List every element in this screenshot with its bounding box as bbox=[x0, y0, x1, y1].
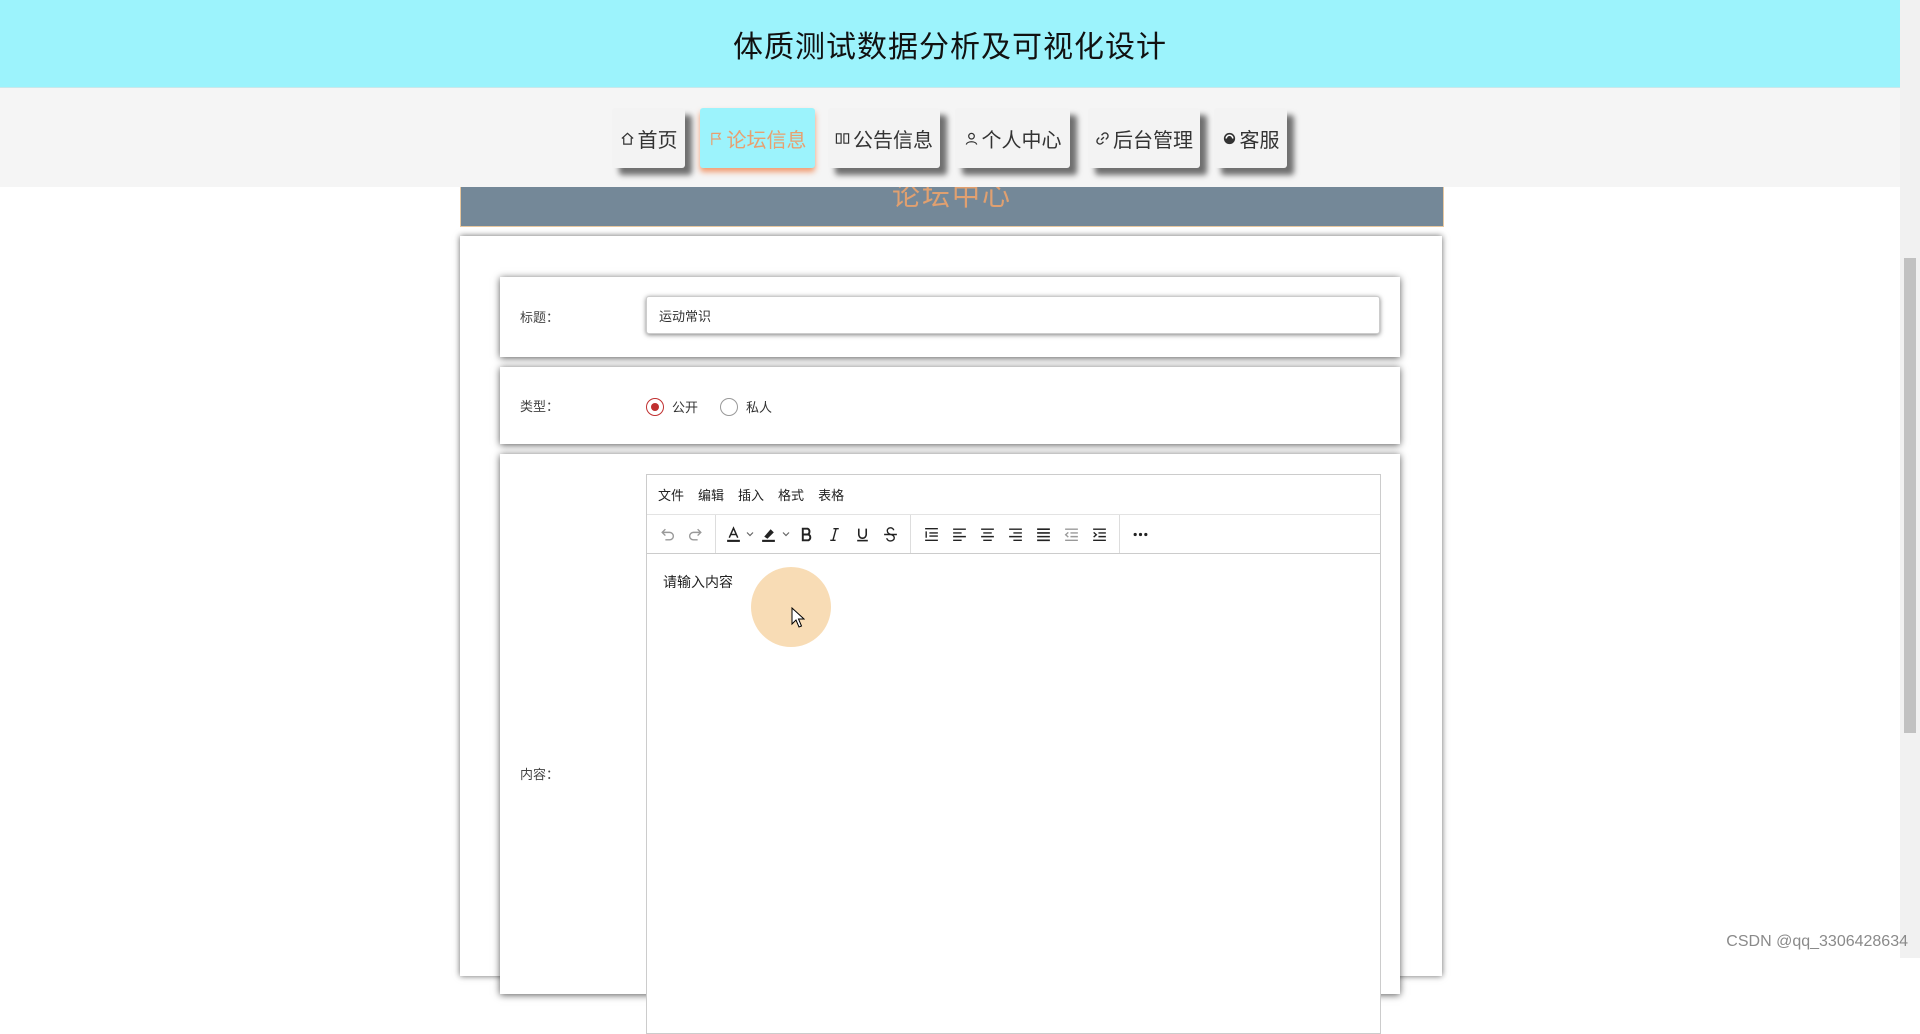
content-row: 内容： 文件 编辑 插入 格式 表格 请输入内容 bbox=[500, 454, 1400, 1034]
content-label: 内容： bbox=[520, 768, 560, 783]
page-scrollbar[interactable] bbox=[1900, 0, 1920, 958]
nav-item-admin[interactable]: 后台管理 bbox=[1088, 108, 1200, 168]
editor-toolbar bbox=[647, 515, 1380, 554]
main-nav: 首页 论坛信息 公告信息 个人中心 后台管理 客服 bbox=[0, 88, 1900, 187]
title-row: 标题： bbox=[500, 277, 1400, 357]
strikethrough-icon[interactable] bbox=[876, 520, 904, 548]
site-header: 体质测试数据分析及可视化设计 bbox=[0, 0, 1900, 88]
editor-placeholder: 请输入内容 bbox=[663, 575, 733, 591]
align-center-icon[interactable] bbox=[973, 520, 1001, 548]
undo-icon[interactable] bbox=[653, 520, 681, 548]
menu-table[interactable]: 表格 bbox=[811, 485, 851, 504]
line-height-icon[interactable] bbox=[917, 520, 945, 548]
menu-format[interactable]: 格式 bbox=[771, 485, 811, 504]
book-icon bbox=[835, 131, 850, 146]
link-icon bbox=[1095, 131, 1110, 146]
type-radio-group: 公开 私人 bbox=[646, 397, 794, 416]
nav-item-forum[interactable]: 论坛信息 bbox=[700, 108, 815, 168]
font-color-icon[interactable] bbox=[722, 520, 744, 548]
site-title: 体质测试数据分析及可视化设计 bbox=[733, 29, 1167, 65]
title-label: 标题： bbox=[520, 311, 560, 326]
mouse-cursor-icon bbox=[791, 607, 805, 628]
align-left-icon[interactable] bbox=[945, 520, 973, 548]
indent-icon[interactable] bbox=[1085, 520, 1113, 548]
chat-icon bbox=[1222, 131, 1237, 146]
bold-icon[interactable] bbox=[792, 520, 820, 548]
type-label: 类型： bbox=[520, 400, 560, 415]
chevron-down-icon[interactable] bbox=[780, 520, 792, 548]
nav-item-service[interactable]: 客服 bbox=[1214, 108, 1287, 168]
type-radio-public[interactable]: 公开 bbox=[646, 397, 698, 416]
menu-file[interactable]: 文件 bbox=[651, 485, 691, 504]
redo-icon[interactable] bbox=[681, 520, 709, 548]
nav-item-home[interactable]: 首页 bbox=[612, 108, 685, 168]
radio-checked-icon bbox=[646, 397, 664, 416]
type-radio-private[interactable]: 私人 bbox=[720, 397, 772, 416]
nav-label: 论坛信息 bbox=[726, 127, 807, 152]
watermark: CSDN @qq_3306428634 bbox=[1726, 933, 1908, 950]
align-justify-icon[interactable] bbox=[1029, 520, 1057, 548]
title-input[interactable] bbox=[646, 296, 1380, 334]
editor-menubar: 文件 编辑 插入 格式 表格 bbox=[647, 475, 1380, 515]
more-icon[interactable] bbox=[1126, 520, 1154, 548]
menu-insert[interactable]: 插入 bbox=[731, 485, 771, 504]
chevron-down-icon[interactable] bbox=[744, 520, 756, 548]
menu-edit[interactable]: 编辑 bbox=[691, 485, 731, 504]
nav-item-profile[interactable]: 个人中心 bbox=[955, 108, 1070, 168]
forum-form: 标题： 类型： 公开 私人 内容： 文件 编辑 插入 格式 表格 bbox=[460, 236, 1442, 1034]
underline-icon[interactable] bbox=[848, 520, 876, 548]
nav-label: 客服 bbox=[1239, 127, 1280, 152]
nav-item-notice[interactable]: 公告信息 bbox=[828, 108, 940, 168]
highlight-icon[interactable] bbox=[756, 520, 780, 548]
section-title: 论坛中心 bbox=[891, 187, 1012, 212]
align-right-icon[interactable] bbox=[1001, 520, 1029, 548]
scrollbar-thumb[interactable] bbox=[1904, 258, 1916, 733]
outdent-icon[interactable] bbox=[1057, 520, 1085, 548]
nav-label: 后台管理 bbox=[1113, 127, 1193, 152]
section-banner: 论坛中心 bbox=[460, 187, 1444, 227]
flag-icon bbox=[709, 131, 724, 146]
nav-label: 公告信息 bbox=[853, 127, 933, 152]
user-icon bbox=[964, 131, 979, 146]
home-icon bbox=[620, 131, 635, 146]
radio-unchecked-icon bbox=[720, 397, 739, 416]
italic-icon[interactable] bbox=[820, 520, 848, 548]
type-row: 类型： 公开 私人 bbox=[500, 367, 1400, 444]
nav-label: 个人中心 bbox=[981, 127, 1062, 152]
radio-label: 私人 bbox=[746, 401, 773, 416]
radio-label: 公开 bbox=[672, 401, 699, 416]
rich-text-editor: 文件 编辑 插入 格式 表格 请输入内容 bbox=[646, 474, 1381, 1034]
nav-label: 首页 bbox=[637, 127, 678, 152]
